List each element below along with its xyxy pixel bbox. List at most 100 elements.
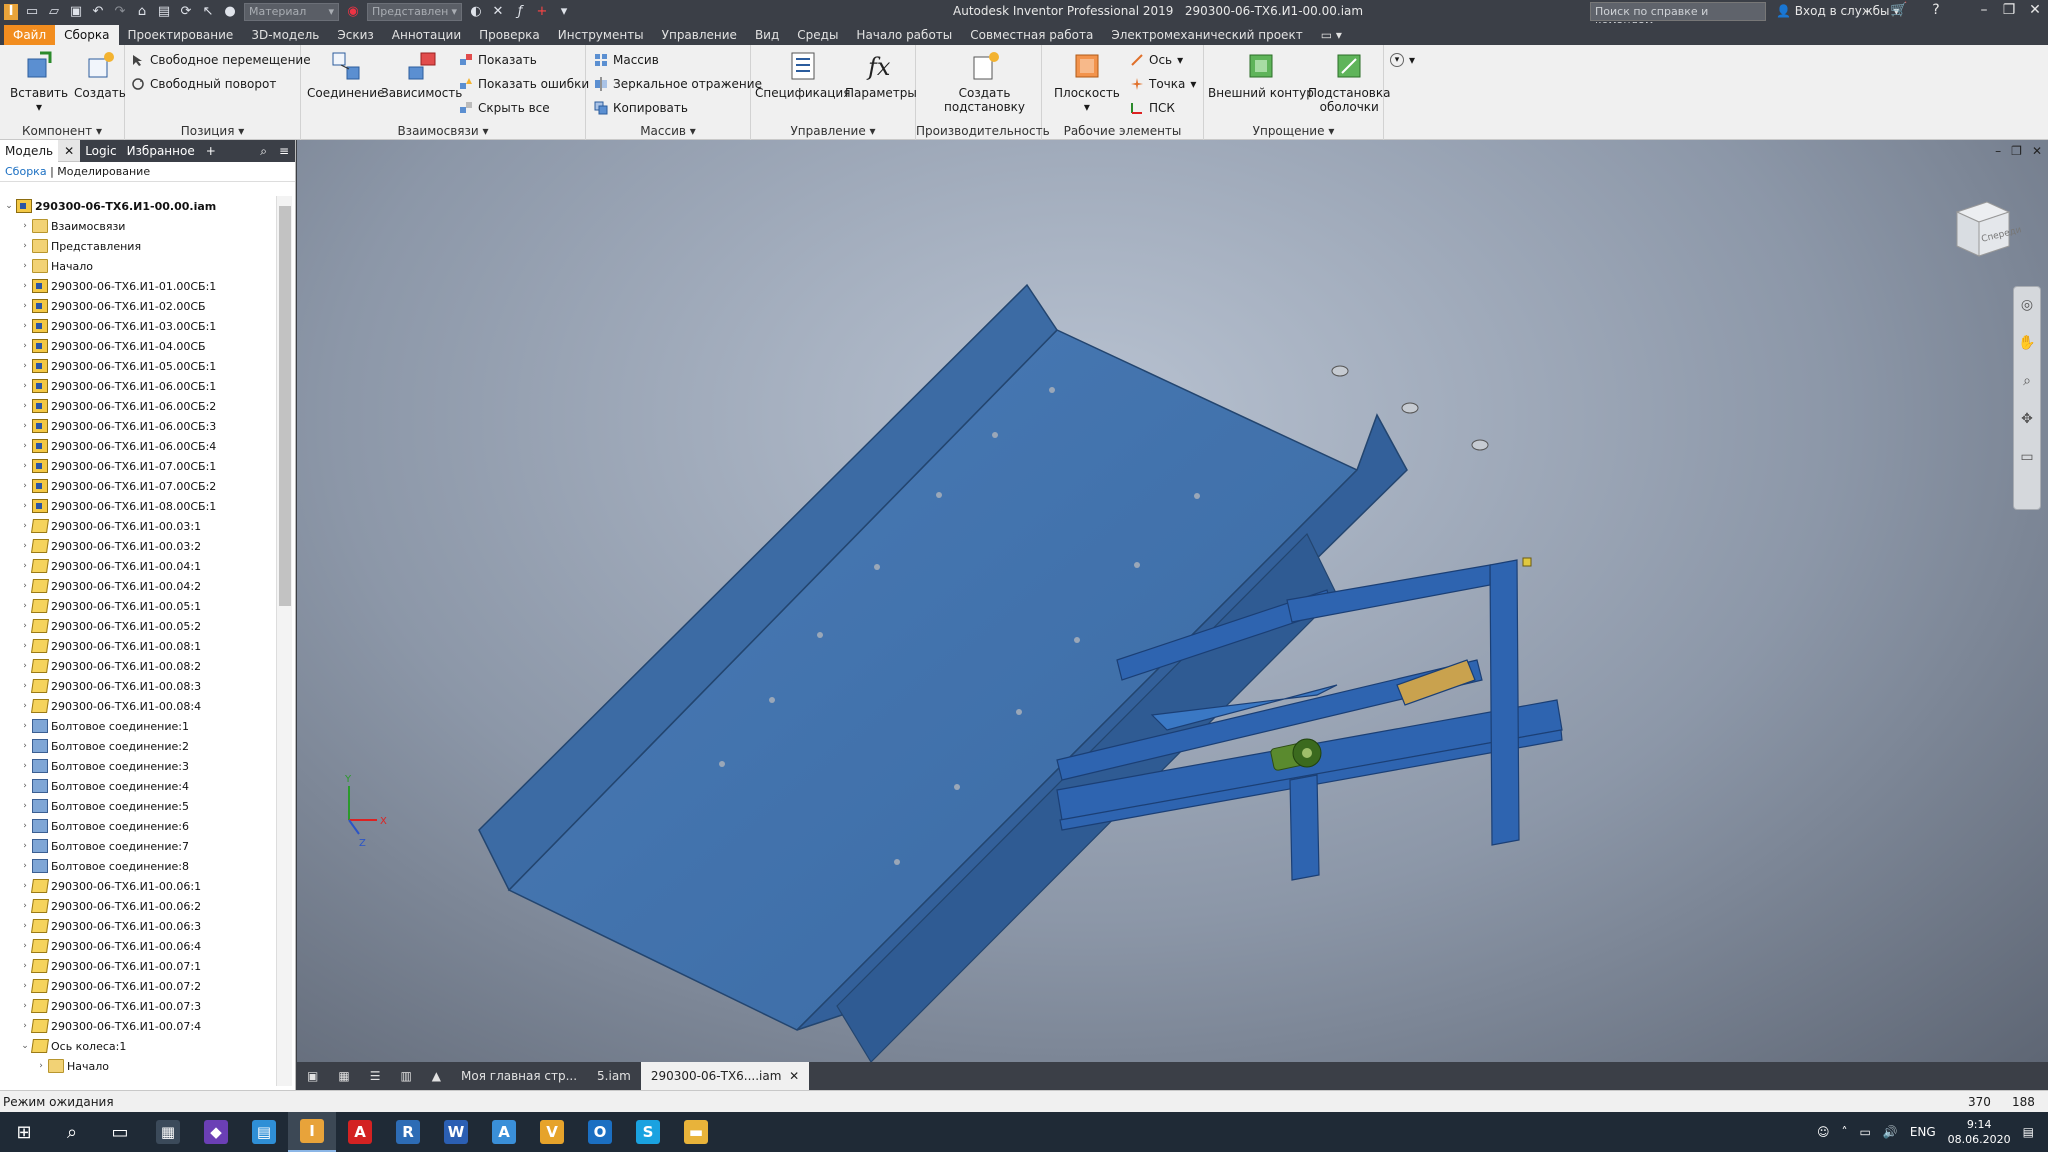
ribbon-tab-13[interactable]: Электромеханический проект: [1102, 25, 1311, 45]
ribbon-tab-4[interactable]: Эскиз: [328, 25, 382, 45]
tree-node[interactable]: › 290300-06-ТХ6.И1-00.08:1: [0, 636, 275, 656]
taskbar-autocad[interactable]: A: [480, 1112, 528, 1152]
orbit-icon[interactable]: ✥: [2018, 411, 2036, 429]
close-icon[interactable]: ✕: [785, 1069, 799, 1083]
expand-icon[interactable]: ›: [20, 601, 30, 611]
minimize-button[interactable]: –: [1973, 2, 1995, 18]
network-icon[interactable]: ▭: [1860, 1125, 1871, 1139]
expand-icon[interactable]: ›: [20, 721, 30, 731]
doc-tab-current[interactable]: 290300-06-ТХ6....iam ✕: [640, 1062, 810, 1090]
tree-node[interactable]: › Болтовое соединение:7: [0, 836, 275, 856]
tree-node[interactable]: › 290300-06-ТХ6.И1-06.00СБ:4: [0, 436, 275, 456]
viewcube[interactable]: Спереди: [1949, 196, 2023, 262]
taskbar-word[interactable]: W: [432, 1112, 480, 1152]
people-icon[interactable]: ☺: [1817, 1125, 1830, 1139]
point-button[interactable]: Точка ▾: [1130, 77, 1196, 91]
ribbon-tab-8[interactable]: Управление: [653, 25, 746, 45]
task-view-icon[interactable]: ▭: [96, 1112, 144, 1152]
ucs-button[interactable]: ПСК: [1130, 101, 1175, 115]
shrinkwrap-button[interactable]: Внешний контур: [1208, 49, 1314, 100]
expand-icon[interactable]: ›: [20, 541, 30, 551]
tree-node[interactable]: › 290300-06-ТХ6.И1-00.07:2: [0, 976, 275, 996]
help-icon[interactable]: ?: [1925, 2, 1947, 18]
expand-icon[interactable]: ›: [20, 461, 30, 471]
expand-icon[interactable]: ›: [20, 881, 30, 891]
tree-node[interactable]: › Болтовое соединение:5: [0, 796, 275, 816]
volume-icon[interactable]: 🔊: [1883, 1125, 1898, 1139]
steering-wheel-icon[interactable]: ◎: [2018, 297, 2036, 315]
ribbon-tab-10[interactable]: Среды: [788, 25, 847, 45]
panel-title-pattern[interactable]: Массив ▾: [586, 124, 750, 138]
tree-node[interactable]: › Болтовое соединение:4: [0, 776, 275, 796]
taskbar-inventor[interactable]: I: [288, 1112, 336, 1152]
expand-icon[interactable]: ›: [20, 761, 30, 771]
arrange-icon[interactable]: ▦: [328, 1062, 359, 1090]
login-button[interactable]: 👤 Вход в службы ▾: [1776, 4, 1899, 18]
ribbon-tab-0[interactable]: Файл: [4, 25, 56, 45]
new-file-icon[interactable]: ▭: [24, 4, 40, 20]
taskbar-outlook[interactable]: O: [576, 1112, 624, 1152]
save-icon[interactable]: ▣: [68, 4, 84, 20]
joint-button[interactable]: Соединение: [307, 49, 384, 100]
expand-icon[interactable]: ›: [20, 301, 30, 311]
hide-all-button[interactable]: Скрыть все: [459, 101, 550, 115]
constrain-button[interactable]: Зависимость: [381, 49, 462, 100]
tree-node[interactable]: ⌄ Ось колеса:1: [0, 1036, 275, 1056]
tree-node[interactable]: › 290300-06-ТХ6.И1-00.04:2: [0, 576, 275, 596]
doc-tab-5-iam[interactable]: 5.iam: [587, 1062, 641, 1090]
tree-node[interactable]: › 290300-06-ТХ6.И1-06.00СБ:1: [0, 376, 275, 396]
expand-icon[interactable]: ›: [20, 521, 30, 531]
expand-icon[interactable]: ›: [20, 841, 30, 851]
browser-tab-logic[interactable]: Logic: [80, 139, 122, 162]
tree-node[interactable]: › 290300-06-ТХ6.И1-00.03:2: [0, 536, 275, 556]
cart-icon[interactable]: 🛒: [1888, 2, 1910, 18]
redo-icon[interactable]: ↷: [112, 4, 128, 20]
select-icon[interactable]: ↖: [200, 4, 216, 20]
tree-node[interactable]: › 290300-06-ТХ6.И1-00.03:1: [0, 516, 275, 536]
expand-icon[interactable]: ›: [20, 481, 30, 491]
tree-node[interactable]: › 290300-06-ТХ6.И1-00.08:4: [0, 696, 275, 716]
plane-button[interactable]: Плоскость ▾: [1054, 49, 1120, 114]
split-icon[interactable]: ▥: [390, 1062, 421, 1090]
ribbon-tab-5[interactable]: Аннотации: [383, 25, 470, 45]
expand-icon[interactable]: ›: [20, 741, 30, 751]
clock[interactable]: 9:14 08.06.2020: [1948, 1117, 2011, 1147]
free-move-button[interactable]: Свободное перемещение: [131, 53, 311, 67]
ribbon-display-options-icon[interactable]: ▭ ▾: [1312, 25, 1351, 45]
tile-windows-icon[interactable]: ▣: [297, 1062, 328, 1090]
tree-node[interactable]: › 290300-06-ТХ6.И1-00.07:1: [0, 956, 275, 976]
assembly-model[interactable]: Y X Z: [297, 140, 2048, 1062]
tree-scrollbar-thumb[interactable]: [279, 206, 291, 606]
tree-node[interactable]: › 290300-06-ТХ6.И1-00.06:4: [0, 936, 275, 956]
tree-node[interactable]: › 290300-06-ТХ6.И1-06.00СБ:3: [0, 416, 275, 436]
ribbon-tab-7[interactable]: Инструменты: [549, 25, 653, 45]
print-icon[interactable]: ▤: [156, 4, 172, 20]
ribbon-tab-12[interactable]: Совместная работа: [961, 25, 1102, 45]
ribbon-tab-3[interactable]: 3D-модель: [242, 25, 328, 45]
shrinkwrap-substitute-button[interactable]: Подстановка оболочки: [1308, 49, 1390, 114]
tree-node[interactable]: › 290300-06-ТХ6.И1-00.06:2: [0, 896, 275, 916]
tree-node[interactable]: › 290300-06-ТХ6.И1-07.00СБ:2: [0, 476, 275, 496]
expand-icon[interactable]: ›: [20, 861, 30, 871]
ribbon-tab-6[interactable]: Проверка: [470, 25, 549, 45]
expand-icon[interactable]: ›: [20, 661, 30, 671]
update-icon[interactable]: ⟳: [178, 4, 194, 20]
parameters-button[interactable]: fx Параметры: [845, 49, 917, 100]
free-rotate-button[interactable]: Свободный поворот: [131, 77, 276, 91]
insert-button[interactable]: Вставить ▾: [10, 49, 68, 114]
open-file-icon[interactable]: ▱: [46, 4, 62, 20]
expand-icon[interactable]: ›: [20, 381, 30, 391]
plus-icon[interactable]: +: [534, 4, 550, 20]
mirror-button[interactable]: Зеркальное отражение: [594, 77, 762, 91]
tree-node[interactable]: › Представления: [0, 236, 275, 256]
expand-icon[interactable]: ›: [20, 281, 30, 291]
expand-icon[interactable]: ›: [20, 701, 30, 711]
app-menu-icon[interactable]: I: [4, 3, 18, 20]
ribbon-tab-2[interactable]: Проектирование: [119, 25, 243, 45]
clear-icon[interactable]: ✕: [490, 4, 506, 20]
expand-icon[interactable]: ›: [36, 1061, 46, 1071]
expand-icon[interactable]: ›: [20, 321, 30, 331]
taskbar-acrobat[interactable]: A: [336, 1112, 384, 1152]
undo-icon[interactable]: ↶: [90, 4, 106, 20]
tree-node[interactable]: › Болтовое соединение:3: [0, 756, 275, 776]
